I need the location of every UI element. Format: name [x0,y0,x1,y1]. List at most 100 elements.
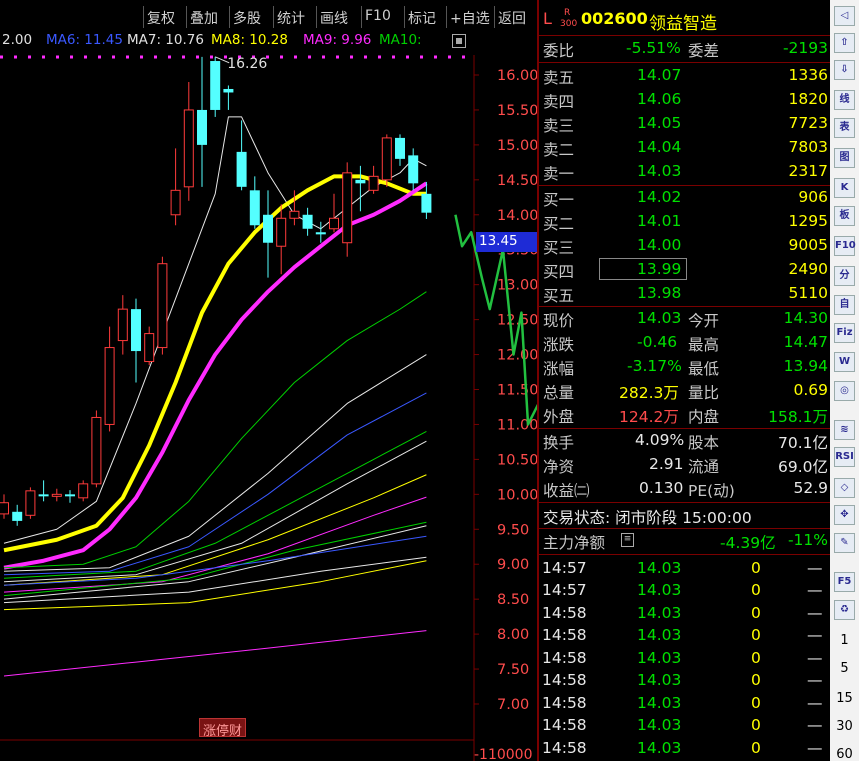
tick-flag: — [807,694,823,712]
period-5-button[interactable]: 5 [834,660,855,680]
mark-button[interactable]: 标记 [404,6,439,28]
ma-legend-item: 2.00 [2,32,33,48]
add-favorite-button[interactable]: +自选 [446,6,493,28]
split-icon[interactable]: 分 [834,266,855,286]
up-arrow-icon[interactable]: ⇧ [834,33,855,53]
list-icon[interactable]: ≡ [621,533,634,547]
ma-line [3,440,427,583]
main-flow-pct: -11% [787,531,828,549]
trade-status: 交易状态: 闭市阶段 15:00:00 [539,505,832,529]
ask-row[interactable]: 卖四 14.06 1820 [539,89,832,113]
f5-icon[interactable]: F5 [834,572,855,592]
candle-body [197,109,207,145]
multi-stock-button[interactable]: 多股 [229,6,264,28]
ma-legend-item: MA6: 11.45 [46,32,123,48]
f10-button[interactable]: F10 [361,6,394,28]
y-tick-label: 8.50 [497,592,529,608]
table-icon[interactable]: 表 [834,118,855,138]
y-tick-label: 12.50 [497,313,537,329]
move-icon[interactable]: ✥ [834,505,855,525]
collapse-icon[interactable]: ◁ [834,6,855,26]
ask-row[interactable]: 卖二 14.04 7803 [539,137,832,161]
trade-status-text: 交易状态: 闭市阶段 15:00:00 [543,509,752,527]
tick-row: 14:58 14.03 0 — [539,648,832,672]
quote-panel: L R 300 002600 领益智造 委比 -5.51% 委差 -2193 卖… [537,0,832,761]
target-icon[interactable]: ◎ [834,381,855,401]
bid-price: 14.01 [637,212,682,230]
rsi-icon[interactable]: RSI [834,447,855,467]
candle-body [342,172,353,244]
ask-label: 卖四 [543,93,575,111]
tick-row: 14:58 14.03 0 — [539,715,832,739]
legend-toggle-icon[interactable] [452,34,466,48]
stat-row: 现价 14.03 今开 14.30 [539,308,832,332]
period-1-button[interactable]: 1 [834,632,855,652]
bid-label: 买一 [543,191,575,209]
overlay-button[interactable]: 叠加 [186,6,221,28]
ask-row[interactable]: 卖五 14.07 1336 [539,65,832,89]
down-arrow-icon[interactable]: ⇩ [834,60,855,80]
weicha-value: -2193 [782,39,828,57]
bid-row[interactable]: 买五 13.98 5110 [539,283,832,307]
diamond-icon[interactable]: ◇ [834,478,855,498]
tick-flag: — [807,604,823,622]
bid-label: 买三 [543,239,575,257]
high-label: 16.26 [227,56,267,72]
f10-icon[interactable]: F10 [834,236,856,256]
statistics-button[interactable]: 统计 [273,6,308,28]
candle-body [289,210,300,219]
tick-volume: 0 [751,649,761,667]
stat-label: 涨跌 [543,336,575,354]
main-flow-row[interactable]: 主力净额 ≡ -4.39亿 -11% [539,530,832,554]
period-60-button[interactable]: 60 [834,746,855,761]
candle-body [38,494,49,497]
w-icon[interactable]: W [834,352,855,372]
bid-row[interactable]: 买三 14.00 9005 [539,235,832,259]
draw-line-button[interactable]: 画线 [316,6,351,28]
candle-body [131,309,141,352]
candle-body [355,179,366,184]
stat-value: 14.47 [783,333,828,351]
stat-label: 外盘 [543,408,575,426]
wave-icon[interactable]: ≋ [834,420,855,440]
volume-axis-label: -110000 [474,747,533,761]
self-select-icon[interactable]: 自 [834,295,855,315]
kline-icon[interactable]: K [834,178,855,198]
stat-label: 今开 [688,312,720,330]
chart-icon[interactable]: 图 [834,148,855,168]
current-price-badge: 13.45 [476,232,537,252]
tick-price: 14.03 [637,626,682,644]
ma-legend-item: MA10: [379,32,422,48]
chart-toolbar: 复权 叠加 多股 统计 画线 F10 标记 +自选 返回 [0,6,537,28]
kline-chart-panel[interactable]: 16.0015.5015.0014.5014.0013.5013.0012.50… [0,0,537,761]
recycle-icon[interactable]: ♻ [834,600,855,620]
period-15-button[interactable]: 15 [834,690,855,710]
bid-volume: 906 [798,188,828,206]
ma-line [3,630,427,677]
stat-label: 内盘 [688,408,720,426]
zhangting-tag[interactable]: 涨停财 [199,718,247,739]
y-tick-label: 9.00 [497,557,529,573]
board-icon[interactable]: 板 [834,206,855,226]
fund-row: 收益㈡ 0.130 PE(动) 52.9 [539,478,832,502]
line-icon[interactable]: 线 [834,90,855,110]
tick-time: 14:58 [542,671,587,689]
pen-icon[interactable]: ✎ [834,533,855,553]
tick-volume: 0 [751,581,761,599]
bid-row[interactable]: 买二 14.01 1295 [539,211,832,235]
ask-price: 14.03 [637,162,682,180]
restore-rights-button[interactable]: 复权 [143,6,178,28]
candle-body [51,493,62,497]
ask-row[interactable]: 卖一 14.03 2317 [539,161,832,185]
ask-volume: 2317 [788,162,828,180]
bid-price: 14.02 [637,188,682,206]
prefix-mark: L [543,9,552,28]
stat-value: 13.94 [783,357,828,375]
tick-time: 14:58 [542,649,587,667]
kline-chart-svg[interactable]: 16.0015.5015.0014.5014.0013.5013.0012.50… [0,0,537,761]
bid-row[interactable]: 买一 14.02 906 [539,187,832,211]
fiz-icon[interactable]: Fiz [834,323,855,343]
ask-row[interactable]: 卖三 14.05 7723 [539,113,832,137]
period-30-button[interactable]: 30 [834,718,855,738]
back-button[interactable]: 返回 [494,6,529,28]
